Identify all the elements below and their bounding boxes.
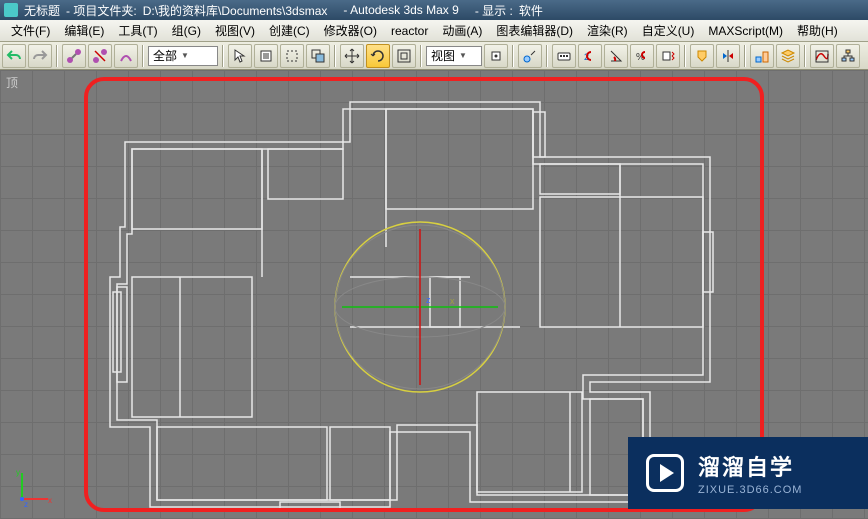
axis-x-label: x [48, 496, 52, 505]
unlink-button[interactable] [88, 44, 112, 68]
menu-graph[interactable]: 图表编辑器(D) [489, 20, 580, 41]
named-selection-button[interactable] [690, 44, 714, 68]
ref-coord-combo[interactable]: 视图 ▼ [426, 46, 482, 66]
separator [744, 45, 746, 67]
separator [142, 45, 144, 67]
title-bar: 无标题 - 项目文件夹: D:\我的资料库\Documents\3dsmax -… [0, 0, 868, 20]
menu-bar: 文件(F) 编辑(E) 工具(T) 组(G) 视图(V) 创建(C) 修改器(O… [0, 20, 868, 42]
bind-spacewarp-button[interactable] [114, 44, 138, 68]
title-untitled: 无标题 [24, 2, 60, 19]
separator [334, 45, 336, 67]
viewport-top[interactable]: 顶 [0, 70, 868, 519]
title-display-value: 软件 [519, 2, 543, 19]
keyboard-shortcut-button[interactable] [552, 44, 576, 68]
scale-button[interactable] [392, 44, 416, 68]
menu-customize[interactable]: 自定义(U) [635, 20, 702, 41]
menu-group[interactable]: 组(G) [165, 20, 208, 41]
link-button[interactable] [62, 44, 86, 68]
spinner-snap-button[interactable] [656, 44, 680, 68]
separator [420, 45, 422, 67]
select-by-name-button[interactable] [254, 44, 278, 68]
separator [684, 45, 686, 67]
menu-help[interactable]: 帮助(H) [790, 20, 845, 41]
undo-button[interactable] [2, 44, 26, 68]
redo-button[interactable] [28, 44, 52, 68]
separator [546, 45, 548, 67]
main-toolbar: 全部 ▼ 视图 ▼ 2 % [0, 42, 868, 70]
mirror-button[interactable] [716, 44, 740, 68]
menu-edit[interactable]: 编辑(E) [57, 20, 111, 41]
menu-file[interactable]: 文件(F) [4, 20, 57, 41]
title-app: - Autodesk 3ds Max 9 [343, 3, 458, 17]
play-icon [646, 454, 684, 492]
menu-views[interactable]: 视图(V) [208, 20, 262, 41]
snap-2d-button[interactable]: 2 [578, 44, 602, 68]
chevron-down-icon: ▼ [459, 51, 467, 60]
svg-text:z: z [426, 295, 431, 305]
title-project-label: - 项目文件夹: [66, 2, 137, 19]
chevron-down-icon: ▼ [181, 51, 189, 60]
viewport-label: 顶 [6, 74, 18, 91]
menu-modifiers[interactable]: 修改器(O) [317, 20, 384, 41]
watermark-brand: 溜溜自学 [698, 450, 802, 482]
select-object-button[interactable] [228, 44, 252, 68]
rotate-button[interactable] [366, 44, 390, 68]
axis-y-label: y [16, 468, 20, 477]
separator [222, 45, 224, 67]
selection-filter-combo[interactable]: 全部 ▼ [148, 46, 218, 66]
angle-snap-button[interactable] [604, 44, 628, 68]
menu-reactor[interactable]: reactor [384, 22, 435, 40]
selection-filter-value: 全部 [153, 47, 177, 64]
align-button[interactable] [750, 44, 774, 68]
menu-maxscript[interactable]: MAXScript(M) [701, 22, 790, 40]
axis-z-label: z [24, 500, 28, 507]
separator [56, 45, 58, 67]
window-crossing-button[interactable] [306, 44, 330, 68]
separator [512, 45, 514, 67]
schematic-view-button[interactable] [836, 44, 860, 68]
menu-tools[interactable]: 工具(T) [111, 20, 164, 41]
move-button[interactable] [340, 44, 364, 68]
percent-snap-button[interactable]: % [630, 44, 654, 68]
curve-editor-button[interactable] [810, 44, 834, 68]
menu-animation[interactable]: 动画(A) [435, 20, 489, 41]
select-region-button[interactable] [280, 44, 304, 68]
select-manipulate-button[interactable] [518, 44, 542, 68]
svg-text:x: x [450, 296, 455, 306]
separator [804, 45, 806, 67]
watermark-url: ZIXUE.3D66.COM [698, 484, 802, 496]
layer-manager-button[interactable] [776, 44, 800, 68]
menu-create[interactable]: 创建(C) [262, 20, 317, 41]
title-project-path: D:\我的资料库\Documents\3dsmax [143, 2, 328, 19]
title-display-label: - 显示 : [475, 2, 513, 19]
menu-render[interactable]: 渲染(R) [580, 20, 635, 41]
ref-coord-value: 视图 [431, 47, 455, 64]
use-pivot-center-button[interactable] [484, 44, 508, 68]
app-icon [4, 3, 18, 17]
watermark-banner: 溜溜自学 ZIXUE.3D66.COM [628, 437, 868, 509]
axis-gizmo: y x z [14, 467, 54, 507]
